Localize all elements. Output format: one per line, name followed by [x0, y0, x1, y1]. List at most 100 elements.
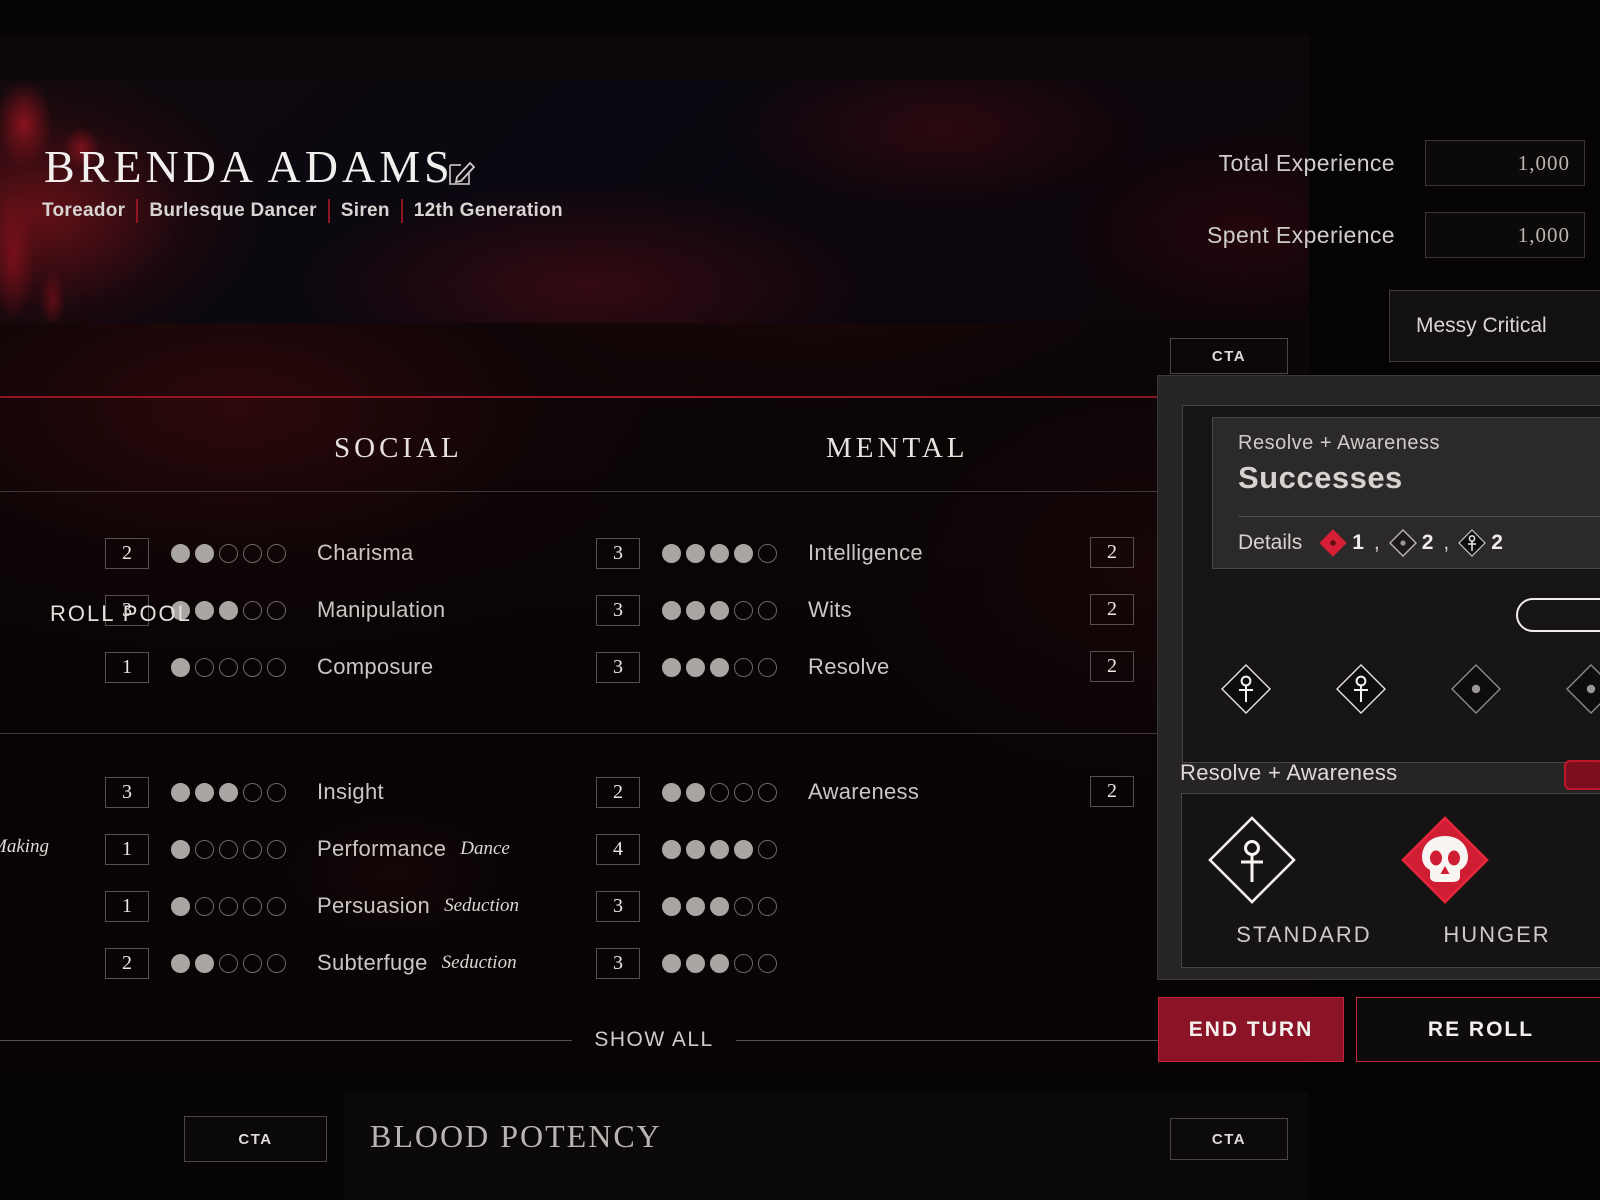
- stat-value-right[interactable]: 2: [1090, 776, 1134, 807]
- dot[interactable]: [267, 839, 286, 859]
- dot[interactable]: [734, 953, 753, 973]
- dot-track[interactable]: [662, 782, 782, 802]
- stat-value[interactable]: 3: [596, 651, 640, 683]
- dot[interactable]: [171, 782, 190, 802]
- dice-option-standard[interactable]: STANDARD: [1204, 812, 1404, 948]
- dot[interactable]: [219, 543, 238, 563]
- dot[interactable]: [219, 953, 238, 973]
- dot[interactable]: [662, 953, 681, 973]
- dot[interactable]: [758, 600, 777, 620]
- dot-track[interactable]: [171, 839, 291, 859]
- dot[interactable]: [195, 953, 214, 973]
- dot[interactable]: [686, 657, 705, 677]
- dot[interactable]: [710, 782, 729, 802]
- cta-button-bottom-left[interactable]: CTA: [184, 1116, 327, 1162]
- dot[interactable]: [686, 839, 705, 859]
- stat-value-right[interactable]: 2: [1090, 594, 1134, 625]
- edit-pencil-icon[interactable]: [447, 157, 477, 187]
- dot[interactable]: [710, 600, 729, 620]
- dot[interactable]: [734, 657, 753, 677]
- dot[interactable]: [195, 782, 214, 802]
- roll-pool-count-pill[interactable]: [1516, 598, 1600, 632]
- total-experience-field[interactable]: 1,000: [1425, 140, 1585, 186]
- dot-diamond-icon[interactable]: [1447, 660, 1505, 718]
- dot[interactable]: [219, 839, 238, 859]
- dot[interactable]: [219, 600, 238, 620]
- stat-value[interactable]: 3: [596, 947, 640, 979]
- dot[interactable]: [710, 543, 729, 563]
- dot[interactable]: [758, 657, 777, 677]
- dot-track[interactable]: [171, 896, 291, 916]
- dot[interactable]: [171, 657, 190, 677]
- dot[interactable]: [662, 543, 681, 563]
- stat-value-right[interactable]: 2: [1090, 651, 1134, 682]
- dot[interactable]: [758, 896, 777, 916]
- stat-value[interactable]: 2: [596, 776, 640, 808]
- dot[interactable]: [243, 896, 262, 916]
- dot[interactable]: [662, 600, 681, 620]
- dot[interactable]: [195, 839, 214, 859]
- dot[interactable]: [734, 600, 753, 620]
- dot[interactable]: [267, 782, 286, 802]
- dot[interactable]: [758, 543, 777, 563]
- dot[interactable]: [662, 896, 681, 916]
- dot[interactable]: [758, 839, 777, 859]
- dot[interactable]: [734, 782, 753, 802]
- dot[interactable]: [243, 600, 262, 620]
- dot[interactable]: [710, 953, 729, 973]
- dot[interactable]: [195, 657, 214, 677]
- cta-button-top-right[interactable]: CTA: [1170, 338, 1288, 374]
- dot-track[interactable]: [662, 657, 782, 677]
- dot[interactable]: [171, 543, 190, 563]
- dot[interactable]: [195, 543, 214, 563]
- dot-track[interactable]: [662, 543, 782, 563]
- dot[interactable]: [219, 896, 238, 916]
- dot[interactable]: [710, 839, 729, 859]
- stat-value[interactable]: 3: [596, 890, 640, 922]
- end-turn-button[interactable]: END TURN: [1158, 997, 1344, 1062]
- dot[interactable]: [171, 953, 190, 973]
- dot[interactable]: [243, 782, 262, 802]
- dot-track[interactable]: [171, 782, 291, 802]
- dot[interactable]: [686, 543, 705, 563]
- stat-value[interactable]: 3: [596, 594, 640, 626]
- dot-track[interactable]: [662, 839, 782, 859]
- dot[interactable]: [734, 896, 753, 916]
- cta-button-bottom-right[interactable]: CTA: [1170, 1118, 1288, 1160]
- dice-option-hunger[interactable]: HUNGER: [1397, 812, 1597, 948]
- dot[interactable]: [710, 657, 729, 677]
- dot[interactable]: [267, 657, 286, 677]
- dot[interactable]: [267, 600, 286, 620]
- dot-track[interactable]: [662, 896, 782, 916]
- dot[interactable]: [734, 543, 753, 563]
- dot-track[interactable]: [171, 953, 291, 973]
- stat-value-right[interactable]: 2: [1090, 537, 1134, 568]
- dot[interactable]: [710, 896, 729, 916]
- dot[interactable]: [243, 953, 262, 973]
- dot[interactable]: [686, 953, 705, 973]
- re-roll-button[interactable]: RE ROLL: [1356, 997, 1600, 1062]
- stat-value[interactable]: 2: [105, 537, 149, 569]
- stat-value[interactable]: 1: [105, 833, 149, 865]
- dot[interactable]: [267, 896, 286, 916]
- dot[interactable]: [171, 839, 190, 859]
- dot[interactable]: [734, 839, 753, 859]
- dot[interactable]: [219, 782, 238, 802]
- dot[interactable]: [243, 543, 262, 563]
- dot[interactable]: [686, 896, 705, 916]
- stat-value[interactable]: 3: [105, 776, 149, 808]
- ankh-diamond-icon[interactable]: [1217, 660, 1275, 718]
- dot[interactable]: [267, 543, 286, 563]
- dot-diamond-icon[interactable]: [1562, 660, 1600, 718]
- stat-value[interactable]: 4: [596, 833, 640, 865]
- show-all-button[interactable]: SHOW ALL: [572, 1028, 735, 1052]
- dot[interactable]: [219, 657, 238, 677]
- dot[interactable]: [758, 953, 777, 973]
- dot[interactable]: [243, 839, 262, 859]
- ankh-diamond-icon[interactable]: [1332, 660, 1390, 718]
- dot-track[interactable]: [662, 600, 782, 620]
- stat-value[interactable]: 2: [105, 947, 149, 979]
- dot[interactable]: [662, 657, 681, 677]
- dot[interactable]: [662, 839, 681, 859]
- hunger-indicator-edge[interactable]: [1564, 760, 1600, 790]
